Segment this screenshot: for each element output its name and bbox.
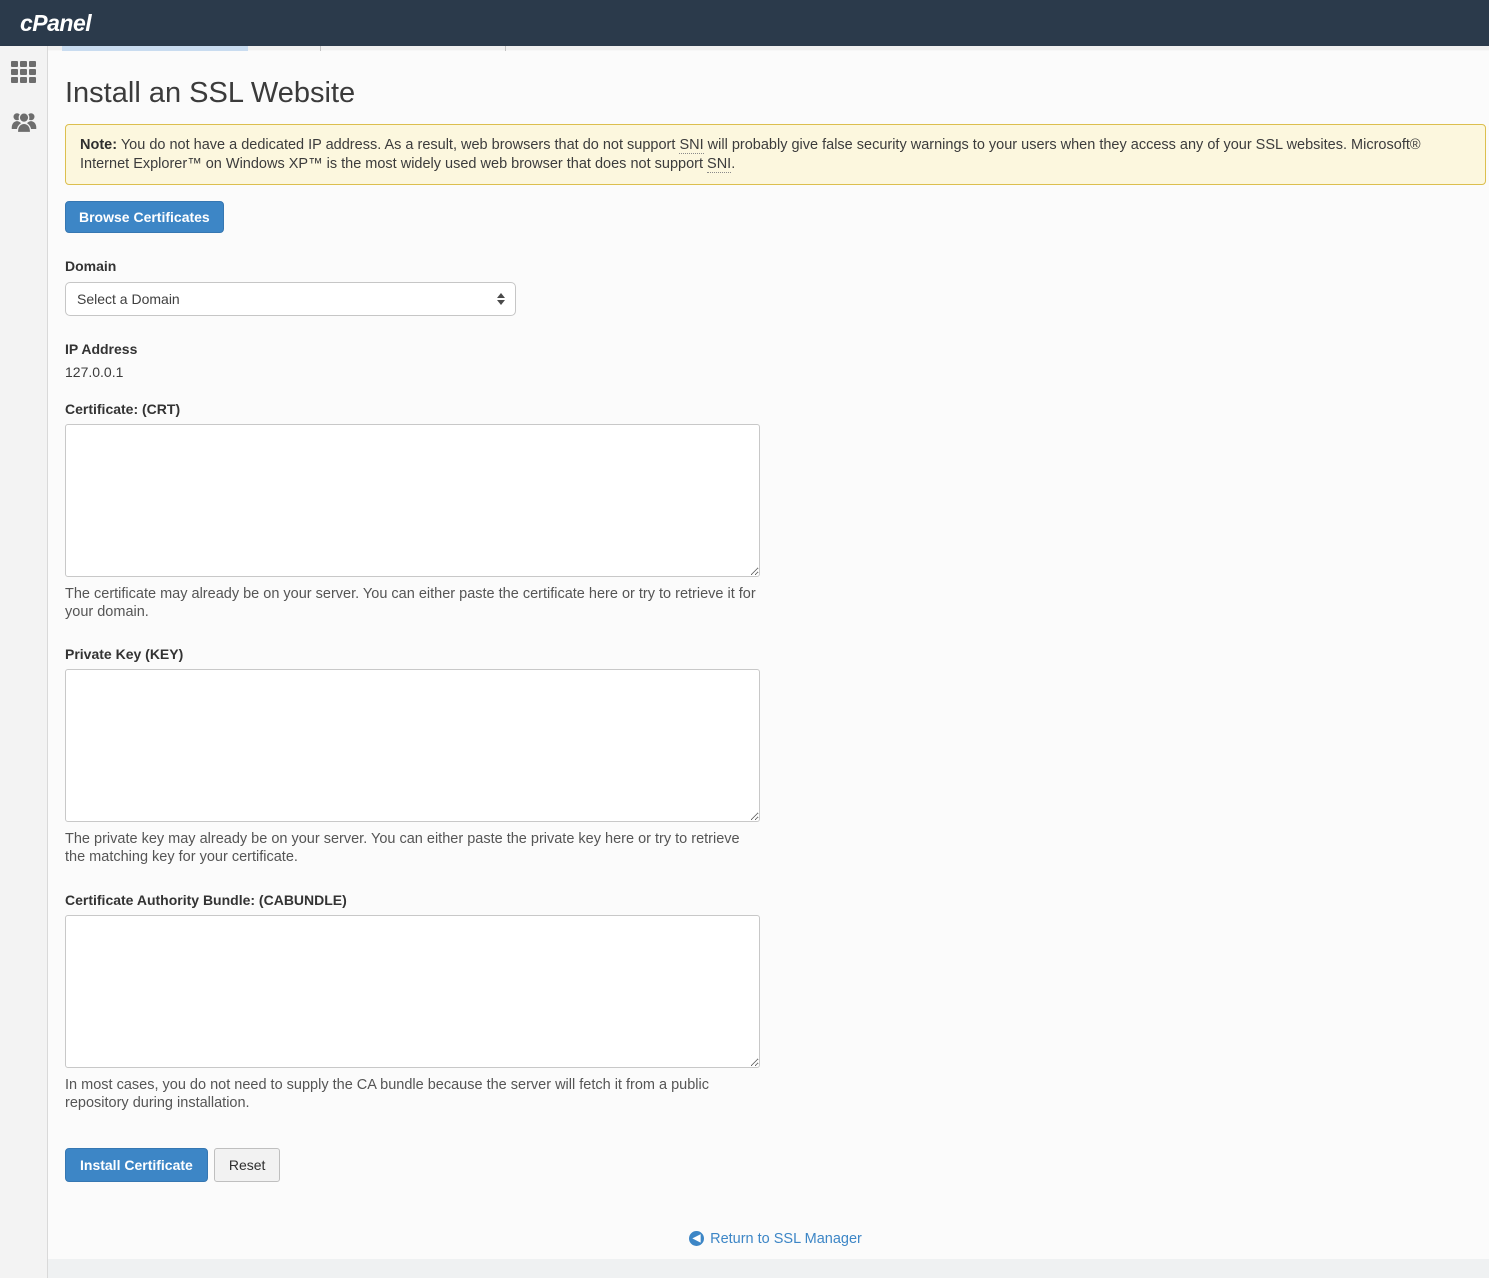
return-link-label: Return to SSL Manager	[710, 1231, 862, 1247]
sni-term: SNI	[679, 137, 703, 154]
browse-certificates-button[interactable]: Browse Certificates	[65, 201, 224, 233]
cabundle-textarea[interactable]	[65, 915, 760, 1068]
cabundle-help: In most cases, you do not need to supply…	[65, 1076, 760, 1112]
left-sidebar	[0, 46, 48, 1278]
tab-divider	[320, 46, 321, 51]
note-text: .	[731, 156, 735, 172]
content-region: Install an SSL Website Note: You do not …	[48, 46, 1489, 1278]
tab-divider	[505, 46, 506, 51]
app-window: cPanel	[0, 0, 1489, 1278]
domain-label: Domain	[65, 258, 1486, 274]
sni-term: SNI	[707, 156, 731, 173]
certificate-crt-help: The certificate may already be on your s…	[65, 585, 760, 621]
note-text: You do not have a dedicated IP address. …	[117, 137, 679, 153]
cabundle-label: Certificate Authority Bundle: (CABUNDLE)	[65, 892, 1486, 908]
domain-select-value: Select a Domain	[77, 291, 180, 307]
top-navbar: cPanel	[0, 0, 1489, 46]
certificate-crt-label: Certificate: (CRT)	[65, 401, 1486, 417]
user-group-icon[interactable]	[10, 108, 38, 136]
footer-link-row: ◀ Return to SSL Manager	[65, 1228, 1486, 1247]
active-tab-edge[interactable]	[62, 46, 248, 51]
reset-button[interactable]: Reset	[214, 1148, 281, 1182]
private-key-help: The private key may already be on your s…	[65, 830, 760, 866]
return-to-ssl-manager-link[interactable]: ◀ Return to SSL Manager	[689, 1231, 862, 1247]
sni-warning-note: Note: You do not have a dedicated IP add…	[65, 124, 1486, 185]
select-updown-icon	[497, 293, 505, 305]
user-group-icon-glyph	[10, 109, 38, 135]
ip-address-value: 127.0.0.1	[65, 364, 1486, 380]
page-title: Install an SSL Website	[65, 75, 1486, 111]
private-key-label: Private Key (KEY)	[65, 646, 1486, 662]
apps-grid-icon[interactable]	[10, 58, 38, 86]
back-arrow-icon: ◀	[689, 1231, 704, 1246]
footer-strip	[48, 1259, 1489, 1278]
cpanel-logo: cPanel	[20, 10, 91, 37]
domain-select[interactable]: Select a Domain	[65, 282, 516, 316]
private-key-textarea[interactable]	[65, 669, 760, 822]
form-actions: Install Certificate Reset	[65, 1148, 1486, 1182]
apps-grid-icon-glyph	[11, 61, 36, 83]
note-label: Note:	[80, 137, 117, 153]
install-certificate-button[interactable]: Install Certificate	[65, 1148, 208, 1182]
main-area: Install an SSL Website Note: You do not …	[0, 46, 1489, 1278]
certificate-crt-textarea[interactable]	[65, 424, 760, 577]
page-content: Install an SSL Website Note: You do not …	[48, 51, 1489, 1247]
ip-address-label: IP Address	[65, 341, 1486, 357]
tab-strip-cutoff	[48, 46, 1489, 51]
